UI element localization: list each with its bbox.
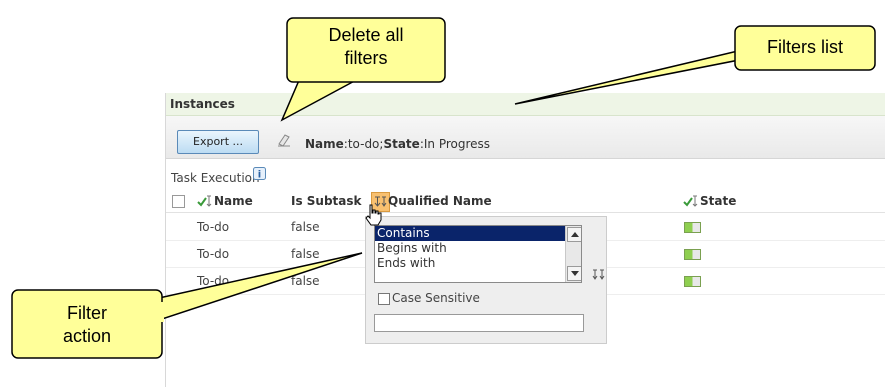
hand-cursor-icon [363, 204, 383, 226]
callout-filter-action-text: Filter action [62, 303, 112, 346]
callout-filters-list-text: Filters list [767, 37, 843, 57]
callout-delete-text: Delete all filters [328, 25, 404, 68]
